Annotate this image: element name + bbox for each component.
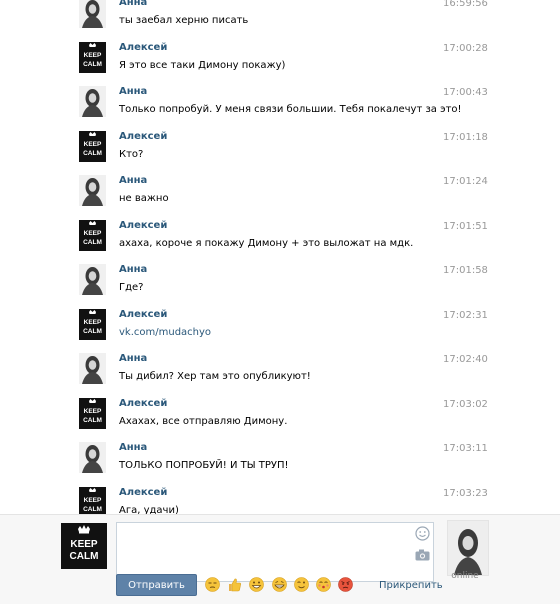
message-text: Где? — [119, 282, 144, 293]
peer-online-status: online — [451, 571, 479, 581]
message-row: Анна 16:59:56 ты заебал херню писать — [0, 0, 560, 32]
message-text: ты заебал херню писать — [119, 15, 249, 26]
message-input[interactable] — [116, 522, 434, 582]
message-row: KEEP CALM Алексей 17:02:31 vk.com/mudachyo — [0, 299, 560, 344]
message-author[interactable]: Алексей — [119, 398, 167, 409]
keep-calm-avatar-icon[interactable]: KEEP CALM — [79, 41, 106, 73]
message-text: Я это все таки Димону покажу) — [119, 59, 286, 71]
keep-calm-avatar-icon[interactable]: KEEP CALM — [79, 130, 106, 162]
keep-text: KEEP — [70, 539, 98, 550]
keep-text: KEEP — [84, 230, 102, 237]
camera-icon[interactable] — [415, 549, 430, 561]
message-row: Анна 17:01:24 не важно — [0, 165, 560, 210]
anna-avatar-icon[interactable] — [79, 86, 106, 117]
keep-text: KEEP — [84, 497, 102, 504]
calm-text: CALM — [83, 239, 102, 246]
emoji-laugh-icon[interactable] — [271, 577, 287, 592]
anna-avatar-icon[interactable] — [79, 0, 106, 28]
message-author[interactable]: Анна — [119, 0, 147, 8]
message-time: 17:03:23 — [443, 487, 488, 499]
emoji-grin-icon[interactable] — [249, 577, 265, 592]
message-link[interactable]: vk.com/mudachyo — [119, 327, 211, 338]
emoji-angry-icon[interactable] — [338, 577, 353, 592]
keep-text: KEEP — [84, 408, 102, 415]
anna-avatar-icon[interactable] — [79, 353, 106, 384]
message-row: Анна 17:01:58 Где? — [0, 254, 560, 299]
message-text: Ты дибил? Хер там это опубликуют! — [119, 371, 311, 382]
emoji-unamused-icon[interactable] — [205, 577, 220, 592]
keep-calm-avatar-icon[interactable]: KEEP CALM — [79, 397, 106, 429]
message-time: 17:00:28 — [443, 42, 488, 54]
calm-text: CALM — [83, 417, 102, 424]
message-time: 17:00:43 — [443, 87, 488, 98]
message-author[interactable]: Алексей — [119, 487, 167, 498]
calm-text: CALM — [83, 61, 102, 68]
keep-text: KEEP — [84, 141, 102, 148]
anna-photo-icon — [448, 521, 488, 575]
message-author[interactable]: Анна — [119, 442, 147, 453]
keep-calm-avatar-icon[interactable]: KEEP CALM — [79, 219, 106, 251]
attach-link[interactable]: Прикрепить — [379, 580, 443, 591]
message-author[interactable]: Анна — [119, 264, 147, 275]
message-row: KEEP CALM Алексей 17:03:02 Ахахах, все отпра… — [0, 388, 560, 433]
message-time: 17:03:11 — [443, 443, 488, 454]
message-author[interactable]: Анна — [119, 353, 147, 364]
message-list: Анна 16:59:56 ты заебал херню писать KEEP CA… — [0, 0, 560, 514]
message-text: Ахахах, все отправляю Димону. — [119, 415, 288, 427]
message-time: 17:01:51 — [443, 220, 488, 232]
message-author[interactable]: Алексей — [119, 309, 167, 320]
anna-avatar-icon[interactable] — [79, 442, 106, 473]
message-time: 17:02:31 — [443, 309, 488, 321]
message-text: ТОЛЬКО ПОПРОБУЙ! И ТЫ ТРУП! — [119, 460, 289, 471]
message-time: 16:59:56 — [443, 0, 488, 9]
keep-calm-avatar-icon[interactable]: KEEP CALM — [79, 308, 106, 340]
message-row: Анна 17:02:40 Ты дибил? Хер там это опубли… — [0, 343, 560, 388]
peer-avatar[interactable] — [447, 520, 489, 576]
chat-history[interactable]: Анна 16:59:56 ты заебал херню писать KEEP CA… — [0, 0, 560, 514]
emoji-kiss-icon[interactable] — [316, 577, 331, 592]
message-text: не важно — [119, 193, 169, 204]
message-row: KEEP CALM Алексей 17:01:18 Кто? — [0, 121, 560, 166]
emoji-quick-bar — [205, 577, 357, 593]
keep-calm-avatar-icon[interactable]: KEEP CALM — [79, 486, 106, 515]
message-row: KEEP CALM Алексей 17:00:28 Я это все таки Ди… — [0, 32, 560, 77]
message-author[interactable]: Анна — [119, 86, 147, 97]
message-time: 17:01:18 — [443, 131, 488, 143]
message-author[interactable]: Анна — [119, 175, 147, 186]
thumbs-up-icon[interactable] — [227, 577, 242, 592]
calm-text: CALM — [83, 328, 102, 335]
message-author[interactable]: Алексей — [119, 220, 167, 231]
anna-avatar-icon[interactable] — [79, 264, 106, 295]
my-avatar[interactable]: KEEP CALM — [61, 523, 107, 569]
send-button[interactable]: Отправить — [116, 574, 197, 596]
message-text: ахаха, короче я покажу Димону + это выло… — [119, 237, 414, 249]
emoji-wink-icon[interactable] — [293, 577, 309, 592]
anna-avatar-icon[interactable] — [79, 175, 106, 206]
keep-text: KEEP — [84, 319, 102, 326]
message-time: 17:01:24 — [443, 176, 488, 187]
calm-text: CALM — [83, 506, 102, 513]
smile-icon[interactable] — [415, 526, 430, 541]
message-time: 17:03:02 — [443, 398, 488, 410]
message-row: Анна 17:00:43 Только попробуй. У меня связ… — [0, 76, 560, 121]
message-row: Анна 17:03:11 ТОЛЬКО ПОПРОБУЙ! И ТЫ ТРУП! — [0, 432, 560, 477]
message-row: KEEP CALM Алексей 17:03:23 Ага, удачи) — [0, 477, 560, 515]
calm-text: CALM — [70, 551, 99, 562]
message-time: 17:01:58 — [443, 265, 488, 276]
message-time: 17:02:40 — [443, 354, 488, 365]
message-author[interactable]: Алексей — [119, 42, 167, 53]
message-row: KEEP CALM Алексей 17:01:51 ахаха, короче я п… — [0, 210, 560, 255]
keep-text: KEEP — [84, 52, 102, 59]
message-text: Кто? — [119, 148, 144, 160]
message-text: Ага, удачи) — [119, 504, 179, 515]
message-composer: KEEP CALM online Отправить Прикрепить — [0, 514, 560, 604]
message-text: Только попробуй. У меня связи большии. Т… — [119, 104, 462, 115]
message-author[interactable]: Алексей — [119, 131, 167, 142]
calm-text: CALM — [83, 150, 102, 157]
